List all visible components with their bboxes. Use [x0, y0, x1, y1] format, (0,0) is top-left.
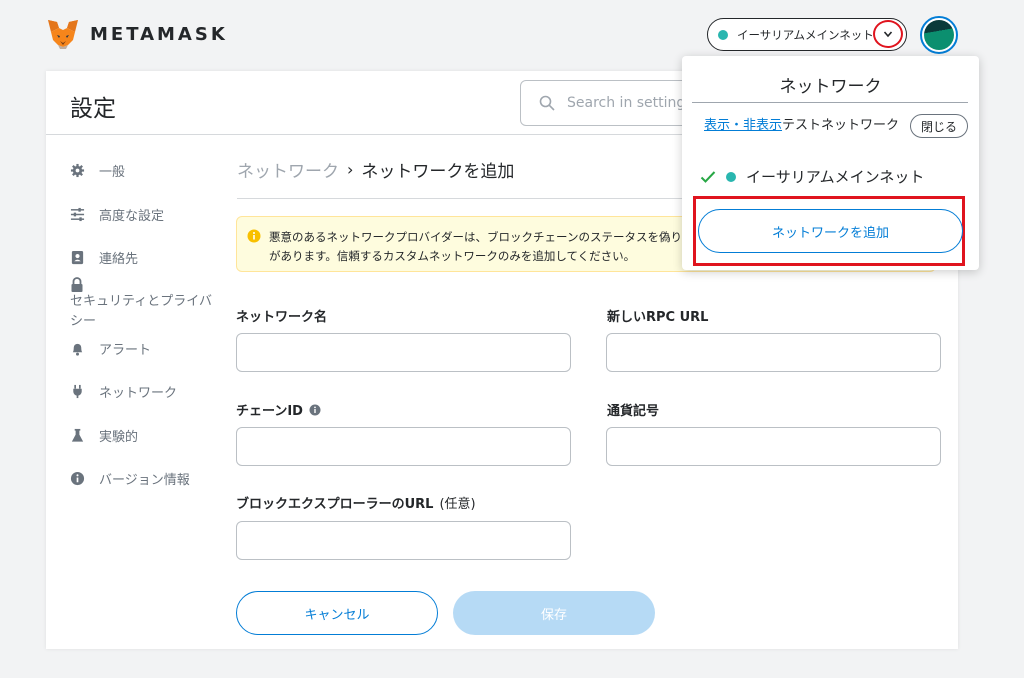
sidebar-item-security-privacy[interactable]: セキュリティとプライバシー	[70, 277, 220, 332]
chain-id-label-text: チェーンID	[236, 404, 303, 419]
bell-icon	[72, 343, 83, 356]
add-network-button[interactable]: ネットワークを追加	[698, 209, 963, 253]
close-button[interactable]: 閉じる	[910, 114, 968, 138]
breadcrumb: ネットワーク › ネットワークを追加	[237, 157, 514, 182]
explorer-url-label: ブロックエクスプローラーのURL (任意)	[236, 493, 476, 512]
warning-info-icon	[247, 229, 261, 243]
chain-id-label: チェーンID	[236, 400, 321, 419]
cancel-button[interactable]: キャンセル	[236, 591, 438, 635]
chain-id-input[interactable]	[236, 427, 571, 466]
sidebar-item-label: バージョン情報	[99, 473, 190, 488]
sidebar-item-experimental[interactable]: 実験的	[70, 426, 138, 445]
info-icon	[70, 471, 85, 486]
brand-name: METAMASK	[90, 23, 228, 45]
network-dropdown-menu: ネットワーク 表示・非表示 テストネットワーク 閉じる イーサリアムメインネット…	[682, 56, 979, 270]
sidebar-item-contacts[interactable]: 連絡先	[70, 248, 138, 267]
lock-icon	[71, 277, 83, 292]
metamask-logo[interactable]: METAMASK	[46, 18, 228, 50]
fox-logo-icon	[48, 20, 78, 49]
network-menu-title: ネットワーク	[779, 77, 882, 97]
info-icon[interactable]	[309, 404, 321, 416]
sidebar-item-networks[interactable]: ネットワーク	[70, 382, 177, 401]
plug-icon	[73, 384, 82, 399]
explorer-url-label-text: ブロックエクスプローラーのURL	[236, 497, 434, 512]
network-status-dot	[718, 29, 728, 40]
chevron-down-icon	[883, 31, 893, 38]
contact-book-icon	[71, 250, 84, 265]
breadcrumb-parent[interactable]: ネットワーク	[237, 157, 339, 182]
breadcrumb-separator: ›	[347, 160, 354, 179]
test-network-toggle: 表示・非表示 テストネットワーク	[704, 114, 899, 133]
sidebar-item-label: 一般	[99, 165, 126, 180]
gear-icon	[70, 163, 85, 178]
avatar-identicon	[924, 20, 954, 50]
sidebar-item-alerts[interactable]: アラート	[70, 339, 151, 358]
currency-symbol-label: 通貨記号	[607, 400, 659, 419]
rpc-url-label: 新しいRPC URL	[607, 306, 708, 325]
network-name-label-text: ネットワーク名	[236, 310, 328, 325]
sliders-icon	[70, 207, 85, 222]
explorer-url-input[interactable]	[236, 521, 571, 560]
sidebar-item-label: 高度な設定	[99, 209, 165, 224]
network-selector-label: イーサリアムメインネット	[737, 27, 873, 42]
network-name-label: ネットワーク名	[236, 306, 327, 325]
network-dropdown-toggle[interactable]	[873, 20, 903, 48]
search-icon	[539, 95, 555, 111]
test-network-label: テストネットワーク	[782, 118, 900, 133]
sidebar-item-advanced[interactable]: 高度な設定	[70, 205, 164, 224]
currency-symbol-label-text: 通貨記号	[607, 404, 660, 419]
network-option-label: イーサリアムメインネット	[746, 168, 925, 186]
sidebar-item-label: ネットワーク	[99, 386, 178, 401]
show-hide-link[interactable]: 表示・非表示	[704, 114, 782, 133]
sidebar-item-label: セキュリティとプライバシー	[70, 294, 212, 329]
rpc-url-label-text: 新しいRPC URL	[607, 310, 709, 325]
currency-symbol-input[interactable]	[606, 427, 941, 466]
breadcrumb-current: ネットワークを追加	[361, 162, 515, 182]
rpc-url-input[interactable]	[606, 333, 941, 372]
network-selector[interactable]: イーサリアムメインネット	[707, 18, 907, 51]
sidebar-item-about[interactable]: バージョン情報	[70, 469, 190, 488]
sidebar-item-label: 実験的	[99, 430, 139, 445]
sidebar-item-general[interactable]: 一般	[70, 161, 125, 180]
page-title: 設定	[70, 96, 116, 122]
network-name-input[interactable]	[236, 333, 571, 372]
checkmark-icon	[700, 170, 716, 183]
sidebar-item-label: アラート	[99, 343, 152, 358]
network-menu-divider	[692, 102, 968, 103]
flask-icon	[71, 428, 84, 442]
save-button[interactable]: 保存	[453, 591, 655, 635]
account-avatar[interactable]	[920, 16, 958, 54]
network-status-dot	[726, 171, 736, 182]
sidebar-item-label: 連絡先	[99, 252, 139, 267]
optional-tag: (任意)	[439, 497, 476, 512]
network-option-mainnet[interactable]: イーサリアムメインネット	[700, 166, 924, 187]
